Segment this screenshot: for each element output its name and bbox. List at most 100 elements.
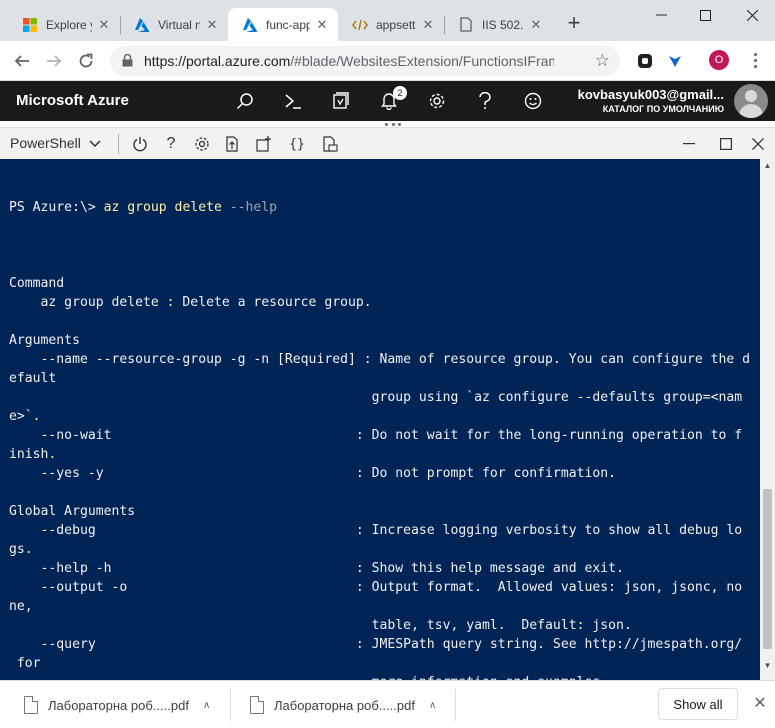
restart-power-icon[interactable]	[130, 134, 150, 154]
maximize-shell-button[interactable]	[716, 134, 736, 154]
prompt: PS Azure:\>	[9, 200, 104, 215]
profile-avatar[interactable]: O	[709, 50, 729, 70]
browser-menu-icon[interactable]	[745, 50, 765, 70]
download-item[interactable]: Лабораторна роб.....pdf ∧	[24, 691, 210, 719]
terminal-line: gs.	[9, 542, 33, 557]
browser-tab-active[interactable]: func-app ✕	[228, 8, 338, 41]
forward-button[interactable]	[42, 49, 66, 73]
directory-filter-icon[interactable]	[329, 89, 353, 113]
chevron-down-icon	[89, 135, 101, 151]
lock-icon	[122, 53, 133, 70]
command-text: az group delete	[103, 200, 222, 215]
azure-brand[interactable]: Microsoft Azure	[16, 92, 129, 109]
url-text: https://portal.azure.com/#blade/Websites…	[144, 53, 554, 69]
terminal-lines: PS Azure:\> az group delete --help Comma…	[9, 160, 750, 680]
help-icon[interactable]	[473, 89, 497, 113]
url-path: /#blade/WebsitesExtension/FunctionsIFram…	[290, 53, 554, 69]
azure-logo-icon	[242, 17, 258, 33]
close-window-button[interactable]	[729, 0, 775, 30]
close-tab-icon[interactable]: ✕	[204, 17, 220, 33]
close-tab-icon[interactable]: ✕	[528, 17, 544, 33]
web-preview-icon[interactable]	[320, 134, 340, 154]
close-tab-icon[interactable]: ✕	[314, 17, 330, 33]
back-button[interactable]	[10, 49, 34, 73]
settings-gear-icon[interactable]	[192, 134, 212, 154]
terminal-line: Global Arguments	[9, 504, 136, 519]
terminal-line: --name --resource-group -g -n [Required]…	[9, 352, 751, 367]
terminal-line: efault	[9, 371, 57, 386]
terminal-line: --query : JMESPath query string. See htt…	[9, 637, 743, 652]
minimize-window-button[interactable]	[638, 0, 684, 30]
user-avatar[interactable]	[734, 84, 768, 118]
upload-download-files-icon[interactable]	[223, 134, 243, 154]
browser-tab[interactable]: Explore y ✕	[8, 8, 120, 41]
close-tab-icon[interactable]: ✕	[420, 17, 436, 33]
tab-title: Explore y	[46, 17, 92, 32]
browser-tab[interactable]: appsetti ✕	[338, 8, 444, 41]
document-icon	[458, 17, 474, 33]
close-tab-icon[interactable]: ✕	[96, 17, 112, 33]
close-shell-button[interactable]	[748, 134, 768, 154]
close-icon[interactable]: ✕	[750, 694, 770, 714]
terminal-line: for	[9, 656, 41, 671]
arrow-left-icon	[14, 55, 29, 67]
chevron-up-icon[interactable]: ∧	[429, 700, 436, 711]
scroll-down-arrow-icon[interactable]: ▼	[760, 661, 775, 673]
feedback-smiley-icon[interactable]	[521, 89, 545, 113]
code-icon	[352, 17, 368, 33]
scroll-up-arrow-icon[interactable]: ▲	[760, 161, 775, 173]
new-tab-button[interactable]: +	[562, 12, 586, 36]
new-session-icon[interactable]	[254, 134, 274, 154]
address-bar[interactable]: https://portal.azure.com/#blade/Websites…	[110, 46, 620, 76]
bookmark-star-icon[interactable]: ☆	[595, 51, 610, 71]
download-shelf: Лабораторна роб.....pdf ∧ Лабораторна ро…	[0, 680, 775, 728]
browser-tab[interactable]: IIS 502.5 ✕	[444, 8, 552, 41]
maximize-window-button[interactable]	[682, 0, 728, 30]
terminal-line: table, tsv, yaml. Default: json.	[9, 618, 632, 633]
terminal-line: group using `az configure --defaults gro…	[9, 390, 743, 405]
browser-tab[interactable]: Virtual n ✕	[120, 8, 228, 41]
shell-type-dropdown[interactable]: PowerShell	[10, 135, 101, 151]
download-filename: Лабораторна роб.....pdf	[48, 697, 189, 713]
browser-tab-strip: Explore y ✕ Virtual n ✕ func-app ✕ appse…	[0, 0, 775, 41]
vpn-extension-icon[interactable]	[665, 51, 685, 71]
terminal-line: --output -o : Output format. Allowed val…	[9, 580, 743, 595]
scrollbar-thumb[interactable]	[763, 489, 772, 649]
terminal-line: ne,	[9, 599, 33, 614]
terminal-line: inish.	[9, 447, 57, 462]
terminal-prompt-line: PS Azure:\> az group delete --help	[9, 198, 750, 217]
chevron-up-icon[interactable]: ∧	[203, 700, 210, 711]
tab-title: IIS 502.5	[482, 17, 524, 32]
editor-braces-icon[interactable]: {}	[287, 134, 307, 154]
settings-gear-icon[interactable]	[425, 89, 449, 113]
windows-logo-icon	[22, 17, 38, 33]
minimize-shell-button[interactable]	[679, 134, 699, 154]
account-info[interactable]: kovbasyuk003@gmail... КАТАЛОГ ПО УМОЛЧАН…	[560, 87, 724, 114]
notification-count-badge: 2	[393, 86, 407, 100]
terminal-scrollbar[interactable]: ▲ ▼	[760, 159, 775, 680]
download-item[interactable]: Лабораторна роб.....pdf ∧	[250, 691, 436, 719]
terminal-line: --no-wait : Do not wait for the long-run…	[9, 428, 743, 443]
download-divider	[230, 689, 231, 721]
url-host: https://portal.azure.com	[144, 53, 291, 69]
terminal-line: Arguments	[9, 333, 80, 348]
terminal-output[interactable]: PS Azure:\> az group delete --help Comma…	[0, 159, 760, 680]
help-icon[interactable]: ?	[161, 134, 181, 154]
browser-toolbar: https://portal.azure.com/#blade/Websites…	[0, 41, 775, 81]
arrow-right-icon	[47, 55, 62, 67]
terminal-line: more information and examples.	[9, 673, 750, 680]
terminal-line: --debug : Increase logging verbosity to …	[9, 523, 743, 538]
show-all-downloads-button[interactable]: Show all	[658, 688, 738, 720]
pdf-file-icon	[24, 696, 38, 714]
download-divider	[455, 689, 456, 721]
reload-button[interactable]	[74, 49, 98, 73]
account-directory: КАТАЛОГ ПО УМОЛЧАНИЮ	[602, 104, 724, 114]
search-icon[interactable]	[233, 89, 257, 113]
extension-icon[interactable]	[635, 51, 655, 71]
cloud-shell-icon[interactable]	[281, 89, 305, 113]
tab-title: func-app	[266, 17, 310, 32]
azure-header: Microsoft Azure kovbasyuk003@gmail... КА…	[0, 81, 775, 121]
download-filename: Лабораторна роб.....pdf	[274, 697, 415, 713]
